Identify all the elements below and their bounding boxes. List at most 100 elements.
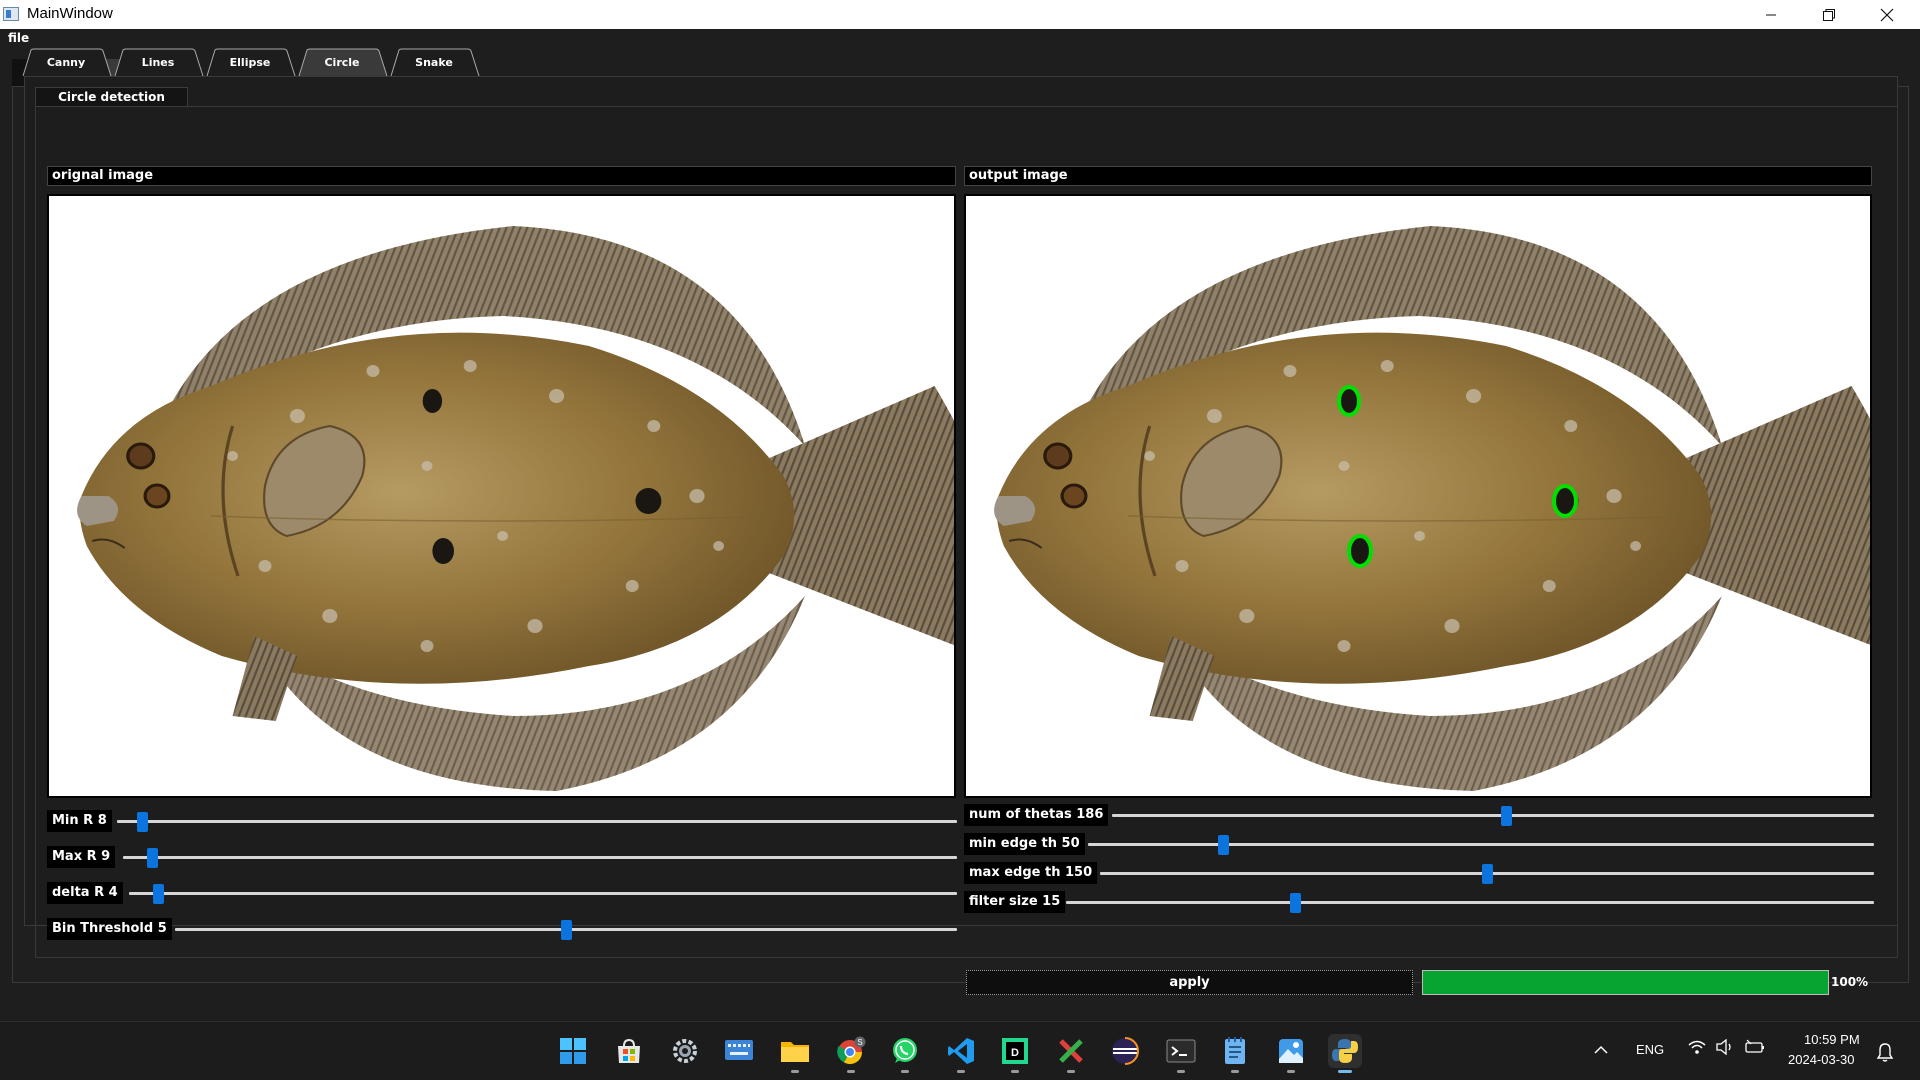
battery-button[interactable] [1744, 1039, 1766, 1059]
tab-canny[interactable]: Canny [22, 48, 112, 76]
settings-button[interactable] [668, 1034, 702, 1068]
max-r-label: Max R 9 [47, 846, 116, 868]
delta-r-slider-handle[interactable] [153, 884, 164, 904]
apply-button[interactable]: apply [966, 970, 1413, 995]
tab-snake[interactable]: Snake [390, 48, 480, 76]
xmind-button[interactable] [1054, 1034, 1088, 1073]
max-edge-slider-row: max edge th 150 [964, 862, 1874, 884]
tab-lines[interactable]: Lines [114, 48, 204, 76]
min-edge-slider[interactable] [1088, 835, 1874, 855]
microsoft-store-icon [618, 1038, 640, 1063]
chevron-up-icon [1594, 1045, 1608, 1054]
min-edge-slider-handle[interactable] [1218, 835, 1229, 855]
eclipse-icon [1112, 1037, 1139, 1065]
notepad-icon [1225, 1037, 1245, 1064]
windows-start-icon [560, 1038, 586, 1064]
original-image [47, 194, 956, 798]
max-edge-label: max edge th 150 [964, 862, 1098, 884]
clock-time[interactable]: 10:59 PM [1804, 1032, 1860, 1047]
bin-threshold-slider[interactable] [175, 920, 957, 940]
file-explorer-button[interactable] [778, 1034, 812, 1073]
filter-size-slider[interactable] [1066, 893, 1874, 913]
restore-icon [1823, 8, 1835, 21]
running-indicator [1287, 1070, 1295, 1073]
running-indicator [1011, 1070, 1019, 1073]
whatsapp-button[interactable] [888, 1034, 922, 1073]
tab-ellipse[interactable]: Ellipse [206, 48, 296, 76]
datagrip-button[interactable]: D [998, 1034, 1032, 1073]
taskbar: S D ENG 10:59 PM 2024-03-30 [0, 1021, 1920, 1080]
terminal-icon [1166, 1039, 1196, 1063]
show-hidden-icons-button[interactable] [1594, 1040, 1608, 1059]
original-image-title: orignal image [47, 166, 956, 186]
delta-r-slider[interactable] [129, 884, 957, 904]
tab-ellipse-label: Ellipse [229, 55, 271, 69]
min-r-slider-handle[interactable] [137, 812, 148, 832]
num-thetas-slider[interactable] [1112, 806, 1874, 826]
bin-threshold-slider-handle[interactable] [561, 920, 572, 940]
language-indicator[interactable]: ENG [1636, 1042, 1664, 1057]
bin-threshold-label: Bin Threshold 5 [47, 918, 172, 940]
notification-bell-icon [1876, 1043, 1894, 1062]
max-r-slider-row: Max R 9 [47, 846, 957, 868]
delta-r-label: delta R 4 [47, 882, 123, 904]
progress-text: 100% [1831, 975, 1869, 989]
num-thetas-label: num of thetas 186 [964, 804, 1109, 826]
svg-text:D: D [1011, 1047, 1019, 1059]
vscode-button[interactable] [944, 1034, 978, 1073]
tab-circle[interactable]: Circle [298, 48, 388, 76]
max-edge-slider[interactable] [1100, 864, 1874, 884]
min-r-slider[interactable] [117, 812, 957, 832]
close-button[interactable] [1858, 0, 1916, 29]
menu-file[interactable]: file [8, 31, 29, 45]
datagrip-icon: D [1002, 1038, 1028, 1064]
restore-button[interactable] [1800, 0, 1858, 29]
clock-date[interactable]: 2024-03-30 [1788, 1052, 1855, 1067]
title-bar: MainWindow [0, 0, 1920, 29]
group-title: Circle detection [35, 87, 188, 107]
num-thetas-slider-handle[interactable] [1501, 806, 1512, 826]
max-edge-slider-handle[interactable] [1482, 864, 1493, 884]
progress-fill [1423, 971, 1828, 994]
file-explorer-icon [781, 1042, 809, 1062]
running-indicator [957, 1070, 965, 1073]
keyboard-app-button[interactable] [722, 1034, 756, 1068]
window-title: MainWindow [27, 5, 113, 22]
python-button[interactable] [1328, 1034, 1362, 1073]
app-icon [3, 7, 19, 21]
microsoft-store-button[interactable] [612, 1034, 646, 1068]
wifi-button[interactable] [1688, 1039, 1706, 1059]
photos-button[interactable] [1274, 1034, 1308, 1073]
chrome-icon: S [837, 1036, 866, 1065]
min-r-label: Min R 8 [47, 810, 112, 832]
settings-icon [673, 1039, 697, 1063]
photos-icon [1279, 1039, 1303, 1063]
tab-snake-label: Snake [415, 55, 453, 69]
vscode-icon [948, 1038, 974, 1064]
volume-button[interactable] [1716, 1038, 1734, 1059]
tab-canny-label: Canny [46, 55, 86, 69]
eclipse-button[interactable] [1108, 1034, 1142, 1068]
filter-size-label: filter size 15 [964, 891, 1066, 913]
min-r-slider-row: Min R 8 [47, 810, 957, 832]
num-thetas-slider-row: num of thetas 186 [964, 804, 1874, 826]
running-indicator [901, 1070, 909, 1073]
wifi-icon [1688, 1040, 1706, 1054]
filter-size-slider-handle[interactable] [1290, 893, 1301, 913]
max-r-slider-handle[interactable] [147, 848, 158, 868]
min-edge-label: min edge th 50 [964, 833, 1085, 855]
notification-button[interactable] [1876, 1042, 1894, 1066]
minimize-button[interactable] [1742, 0, 1800, 29]
windows-start-button[interactable] [556, 1034, 590, 1068]
progress-bar [1422, 970, 1829, 995]
bin-threshold-slider-row: Bin Threshold 5 [47, 918, 957, 940]
chrome-button[interactable]: S [834, 1034, 868, 1073]
tab-lines-label: Lines [141, 55, 175, 69]
output-image [964, 194, 1872, 798]
keyboard-icon [725, 1040, 753, 1060]
min-edge-slider-row: min edge th 50 [964, 833, 1874, 855]
notepad-button[interactable] [1218, 1034, 1252, 1073]
terminal-button[interactable] [1164, 1034, 1198, 1073]
chrome-profile-badge: S [857, 1038, 862, 1047]
max-r-slider[interactable] [123, 848, 957, 868]
